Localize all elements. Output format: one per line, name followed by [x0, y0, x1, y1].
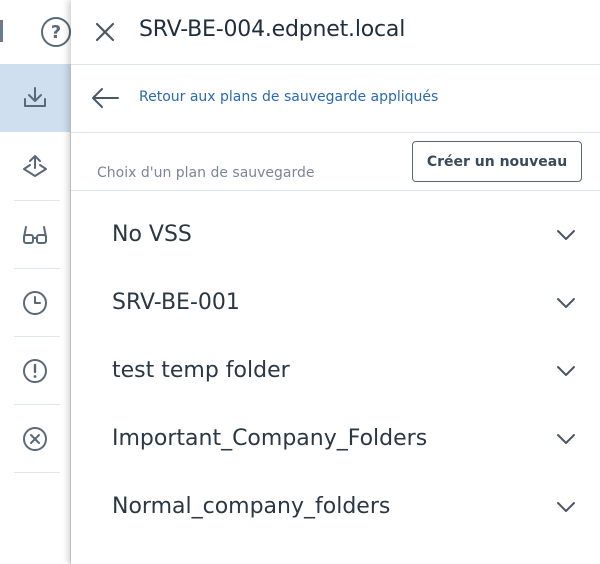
sidebar-item-history[interactable]	[0, 269, 70, 337]
close-button[interactable]	[92, 19, 118, 45]
background-menu-fragment	[0, 20, 3, 42]
plan-item[interactable]: Important_Company_Folders	[71, 404, 600, 472]
plan-name: Important_Company_Folders	[112, 426, 428, 451]
sidebar-separator	[14, 472, 60, 473]
plan-name: No VSS	[112, 222, 192, 247]
sidebar-item-monitor[interactable]	[0, 201, 70, 269]
create-new-button[interactable]: Créer un nouveau	[412, 141, 582, 182]
plan-item[interactable]: No VSS	[71, 200, 600, 268]
help-icon[interactable]: ?	[41, 17, 71, 47]
plan-item[interactable]: test temp folder	[71, 336, 600, 404]
help-glyph: ?	[50, 21, 62, 43]
plan-name: SRV-BE-001	[112, 290, 240, 315]
close-icon	[95, 22, 115, 42]
choose-plan-label: Choix d'un plan de sauvegarde	[97, 165, 315, 181]
plan-item[interactable]: Normal_company_folders	[71, 472, 600, 540]
sidebar-item-alerts[interactable]	[0, 337, 70, 405]
chevron-down-icon[interactable]	[555, 496, 577, 518]
sidebar-item-backup[interactable]	[0, 64, 70, 132]
sidebar-item-restore[interactable]	[0, 132, 70, 200]
back-link[interactable]: Retour aux plans de sauvegarde appliqués	[139, 89, 438, 105]
cancel-circle-icon	[23, 427, 47, 451]
clock-icon	[23, 291, 47, 315]
plan-item[interactable]: SRV-BE-001	[71, 268, 600, 336]
sidebar	[0, 64, 71, 564]
chevron-down-icon[interactable]	[555, 428, 577, 450]
plan-name: Normal_company_folders	[112, 494, 391, 519]
list-divider	[71, 190, 600, 191]
download-icon	[24, 87, 46, 107]
sidebar-item-errors[interactable]	[0, 405, 70, 473]
back-row: Retour aux plans de sauvegarde appliqués	[71, 65, 600, 133]
panel-title: SRV-BE-004.edpnet.local	[139, 17, 406, 42]
app-root: ? SRV-BE-004.edpnet.local Retour aux pla…	[0, 0, 600, 564]
alert-circle-icon	[23, 359, 47, 383]
glasses-icon	[23, 226, 47, 244]
plan-name: test temp folder	[112, 358, 290, 383]
backup-plan-panel: SRV-BE-004.edpnet.local Retour aux plans…	[71, 0, 600, 564]
arrow-left-icon[interactable]	[90, 85, 120, 111]
chevron-down-icon[interactable]	[555, 360, 577, 382]
chevron-down-icon[interactable]	[555, 292, 577, 314]
panel-header: SRV-BE-004.edpnet.local	[71, 0, 600, 65]
upload-icon	[23, 155, 47, 177]
chevron-down-icon[interactable]	[555, 224, 577, 246]
